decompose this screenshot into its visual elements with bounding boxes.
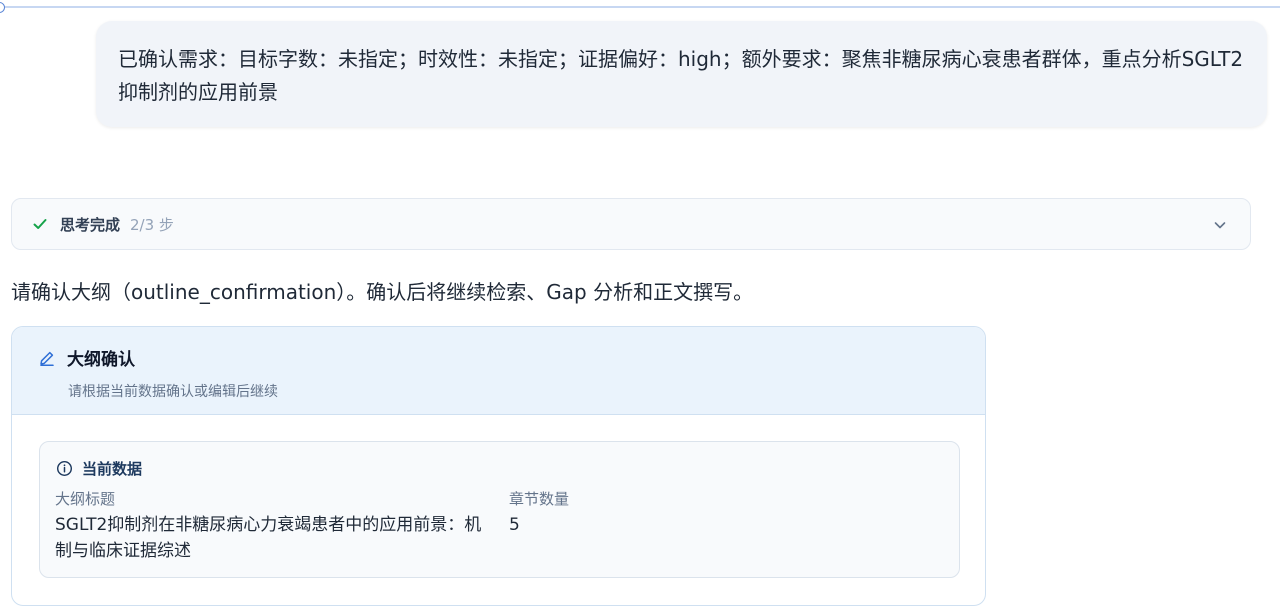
user-message-text: 已确认需求：目标字数：未指定；时效性：未指定；证据偏好：high；额外要求：聚焦…: [118, 47, 1244, 104]
thinking-status-label: 思考完成: [60, 215, 121, 234]
outline-title-field: 大纲标题 SGLT2抑制剂在非糖尿病心力衰竭患者中的应用前景：机制与临床证据综述: [55, 489, 495, 564]
section-count-field: 章节数量 5: [509, 489, 569, 538]
section-count-label: 章节数量: [509, 490, 570, 508]
card-subtitle: 请根据当前数据确认或编辑后继续: [68, 384, 278, 400]
assistant-message: 请确认大纲（outline_confirmation）。确认后将继续检索、Gap…: [11, 280, 754, 304]
section-count-value: 5: [509, 515, 520, 535]
card-header: 大纲确认 请根据当前数据确认或编辑后继续: [12, 327, 985, 415]
outline-title-label: 大纲标题: [55, 490, 116, 508]
current-data-title: 当前数据: [82, 460, 143, 478]
outline-confirmation-card: 大纲确认 请根据当前数据确认或编辑后继续 当前数据 大纲标题 SGLT2抑制剂在…: [11, 326, 986, 606]
top-divider: [0, 6, 1280, 8]
timeline-dot-icon: [0, 2, 5, 13]
chevron-down-icon[interactable]: [1212, 217, 1228, 233]
check-icon: [33, 219, 47, 229]
outline-title-value: SGLT2抑制剂在非糖尿病心力衰竭患者中的应用前景：机制与临床证据综述: [55, 515, 482, 561]
user-message-bubble: 已确认需求：目标字数：未指定；时效性：未指定；证据偏好：high；额外要求：聚焦…: [96, 21, 1267, 127]
info-icon: [56, 460, 73, 477]
thinking-status-bar[interactable]: 思考完成 2/3 步: [11, 198, 1251, 250]
edit-icon: [40, 351, 54, 366]
card-title: 大纲确认: [67, 350, 135, 370]
thinking-step-count: 2/3 步: [130, 215, 174, 234]
current-data-panel: 当前数据 大纲标题 SGLT2抑制剂在非糖尿病心力衰竭患者中的应用前景：机制与临…: [39, 441, 960, 578]
